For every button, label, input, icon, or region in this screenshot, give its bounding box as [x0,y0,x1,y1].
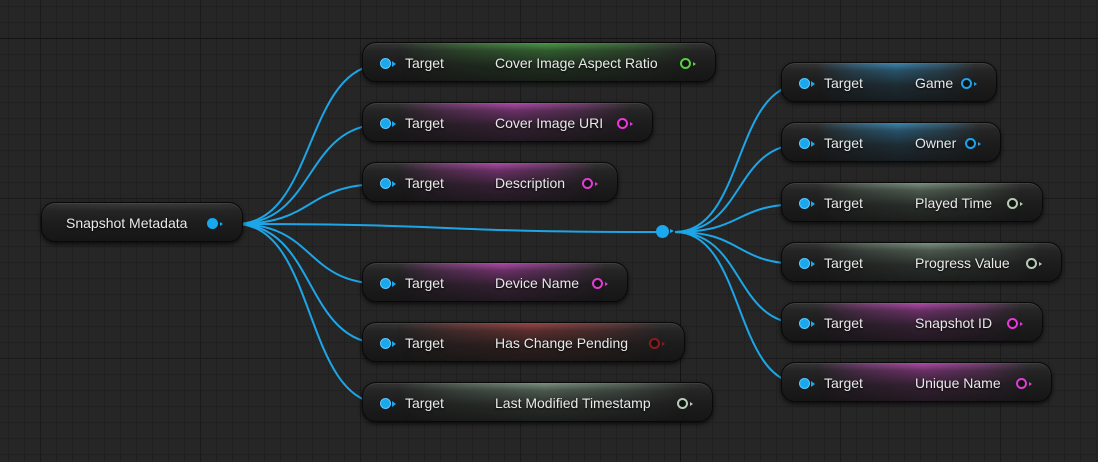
getter-snapshot-id-node[interactable]: Target Snapshot ID [781,302,1043,342]
target-label: Target [824,315,863,331]
getter-has-change-pending-target-pin[interactable] [380,338,396,349]
getter-unique-name-target-pin[interactable] [799,378,815,389]
getter-unique-name-output-label: Unique Name [915,375,1001,391]
getter-game-node[interactable]: Target Game [781,62,997,102]
getter-owner-node[interactable]: Target Owner [781,122,1001,162]
getter-device-name-target-pin[interactable] [380,278,396,289]
getter-last-modified-timestamp-output-pin[interactable] [677,398,693,409]
getter-game-output-label: Game [915,75,954,91]
getter-last-modified-timestamp-target-pin[interactable] [380,398,396,409]
getter-cover-image-aspect-ratio-node[interactable]: Target Cover Image Aspect Ratio [362,42,716,82]
getter-device-name-output-pin[interactable] [592,278,608,289]
wire-to-getter-last-modified-timestamp [235,223,385,405]
getter-played-time-output-pin[interactable] [1007,198,1023,209]
target-label: Target [824,375,863,391]
getter-last-modified-timestamp-output-label: Last Modified Timestamp [495,395,651,411]
getter-snapshot-id-output-pin[interactable] [1007,318,1023,329]
target-label: Target [824,255,863,271]
blueprint-graph-canvas[interactable]: Snapshot Metadata Target Cover Image Aspe… [0,0,1098,462]
getter-cover-image-uri-output-pin[interactable] [617,118,633,129]
getter-device-name-node[interactable]: Target Device Name [362,262,628,302]
getter-played-time-target-pin[interactable] [799,198,815,209]
getter-snapshot-id-output-label: Snapshot ID [915,315,993,331]
target-label: Target [405,115,444,131]
getter-cover-image-aspect-ratio-output-pin[interactable] [680,58,696,69]
getter-played-time-output-label: Played Time [915,195,993,211]
getter-description-output-label: Description [495,175,566,191]
getter-cover-image-aspect-ratio-target-pin[interactable] [380,58,396,69]
getter-unique-name-node[interactable]: Target Unique Name [781,362,1052,402]
getter-cover-image-aspect-ratio-output-label: Cover Image Aspect Ratio [495,55,658,71]
getter-owner-output-pin[interactable] [965,138,981,149]
getter-snapshot-id-target-pin[interactable] [799,318,815,329]
reroute-knot[interactable] [656,225,674,238]
getter-owner-output-label: Owner [915,135,957,151]
getter-progress-value-output-pin[interactable] [1026,258,1042,269]
snapshot-metadata-label: Snapshot Metadata [66,215,188,231]
target-label: Target [824,75,863,91]
target-label: Target [405,395,444,411]
target-label: Target [405,335,444,351]
getter-description-output-pin[interactable] [582,178,598,189]
getter-game-target-pin[interactable] [799,78,815,89]
getter-owner-target-pin[interactable] [799,138,815,149]
getter-played-time-node[interactable]: Target Played Time [781,182,1043,222]
getter-progress-value-target-pin[interactable] [799,258,815,269]
getter-has-change-pending-output-pin[interactable] [649,338,665,349]
target-label: Target [405,275,444,291]
getter-progress-value-node[interactable]: Target Progress Value [781,242,1062,282]
getter-has-change-pending-node[interactable]: Target Has Change Pending [362,322,685,362]
getter-device-name-output-label: Device Name [495,275,580,291]
getter-description-target-pin[interactable] [380,178,396,189]
getter-game-output-pin[interactable] [961,78,977,89]
getter-cover-image-uri-node[interactable]: Target Cover Image URI [362,102,653,142]
getter-unique-name-output-pin[interactable] [1016,378,1032,389]
target-label: Target [824,195,863,211]
target-label: Target [405,55,444,71]
getter-description-node[interactable]: Target Description [362,162,618,202]
getter-has-change-pending-output-label: Has Change Pending [495,335,629,351]
wire-to-reroute-knot [235,223,658,233]
getter-cover-image-uri-target-pin[interactable] [380,118,396,129]
snapshot-metadata-node[interactable]: Snapshot Metadata [41,202,243,242]
getter-last-modified-timestamp-node[interactable]: Target Last Modified Timestamp [362,382,713,422]
target-label: Target [824,135,863,151]
getter-cover-image-uri-output-label: Cover Image URI [495,115,604,131]
getter-progress-value-output-label: Progress Value [915,255,1010,271]
snapshot-metadata-output-pin[interactable] [207,218,223,229]
wire-to-getter-cover-image-aspect-ratio [235,63,385,225]
target-label: Target [405,175,444,191]
